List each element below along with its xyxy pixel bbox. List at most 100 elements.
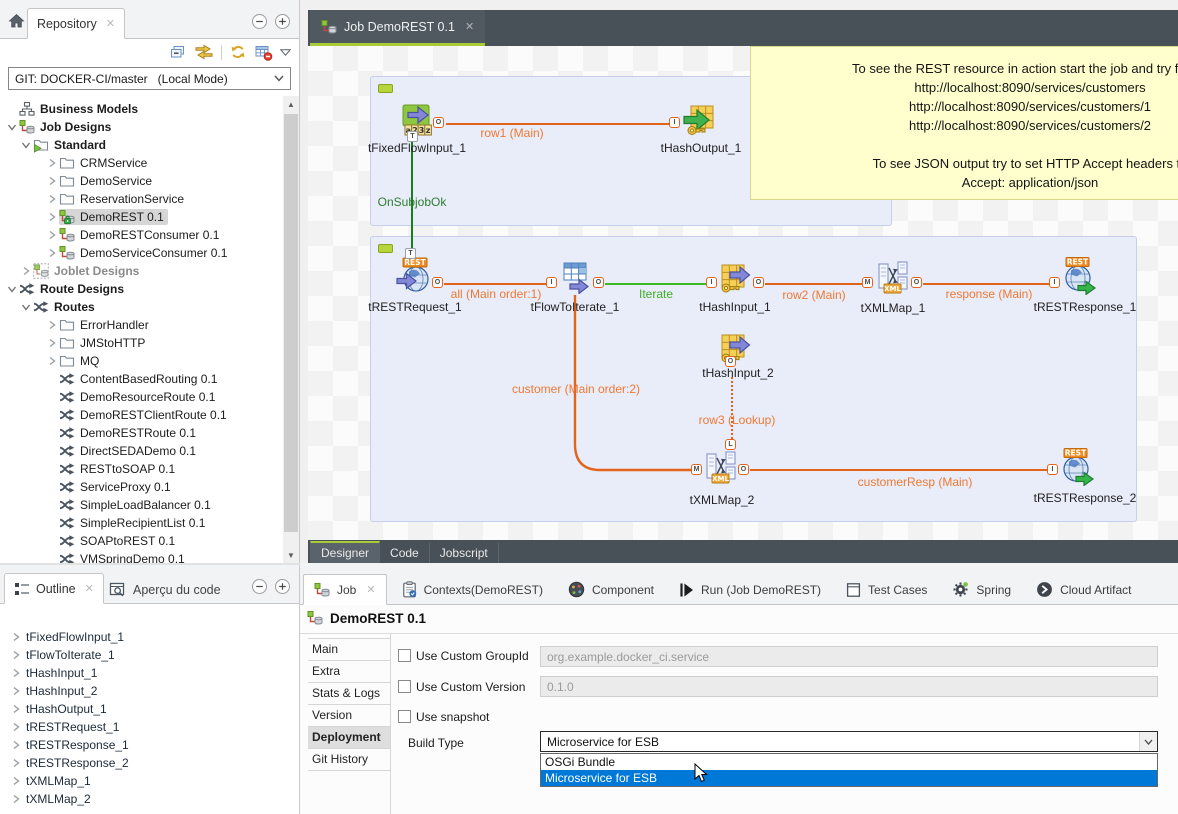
tree-chevron-icon[interactable] bbox=[18, 302, 33, 312]
tree-item[interactable]: DemoRESTClientRoute 0.1 bbox=[0, 406, 283, 424]
outline-item[interactable]: tHashInput_2 bbox=[0, 682, 299, 700]
minimize-button[interactable] bbox=[251, 578, 268, 595]
tree-chevron-icon[interactable] bbox=[44, 158, 59, 168]
menu-item-deployment[interactable]: Deployment bbox=[308, 727, 390, 749]
tree-item[interactable]: CRMService bbox=[0, 154, 283, 172]
subjob-collapse-button[interactable] bbox=[378, 84, 393, 93]
job-design-canvas[interactable]: To see the REST resource in action start… bbox=[308, 46, 1178, 540]
tab-repository[interactable]: Repository ✕ bbox=[27, 8, 125, 39]
tree-chevron-icon[interactable] bbox=[44, 194, 59, 204]
tree-chevron-icon[interactable] bbox=[44, 212, 59, 222]
tree-chevron-icon[interactable] bbox=[18, 140, 33, 150]
tree-chevron-icon[interactable] bbox=[44, 230, 59, 240]
tree-chevron-icon[interactable] bbox=[8, 650, 24, 660]
chevron-down-icon[interactable] bbox=[1139, 732, 1157, 751]
tree-item[interactable]: MQ bbox=[0, 352, 283, 370]
build-type-combobox[interactable]: Microservice for ESB bbox=[540, 731, 1158, 752]
panel-tab-spring[interactable]: Spring bbox=[942, 575, 1021, 604]
tree-chevron-icon[interactable] bbox=[8, 668, 24, 678]
outline-item[interactable]: tRESTResponse_2 bbox=[0, 754, 299, 772]
panel-tab-cloud[interactable]: Cloud Artifact bbox=[1026, 575, 1141, 604]
tree-chevron-icon[interactable] bbox=[8, 686, 24, 696]
tree-item[interactable]: Routes bbox=[0, 298, 283, 316]
link-with-editor-icon[interactable] bbox=[194, 44, 214, 60]
tree-chevron-icon[interactable] bbox=[8, 722, 24, 732]
component-tHashInput_1[interactable] bbox=[718, 260, 752, 297]
canvas-note[interactable]: To see the REST resource in action start… bbox=[750, 46, 1178, 200]
tree-chevron-icon[interactable] bbox=[8, 758, 24, 768]
component-tFlowToIterate_1[interactable] bbox=[558, 260, 592, 297]
minimize-button[interactable] bbox=[251, 13, 268, 30]
panel-tab-run[interactable]: Run (Job DemoREST) bbox=[669, 575, 831, 604]
component-tRESTRequest_1[interactable]: REST bbox=[396, 257, 432, 298]
collapse-all-icon[interactable] bbox=[169, 44, 187, 60]
use-custom-groupid-checkbox[interactable] bbox=[398, 649, 411, 662]
maximize-button[interactable] bbox=[274, 13, 291, 30]
tree-item[interactable]: Job Designs bbox=[0, 118, 283, 136]
outline-item[interactable]: tXMLMap_1 bbox=[0, 772, 299, 790]
filter-settings-icon[interactable] bbox=[254, 44, 273, 61]
use-custom-version-checkbox[interactable] bbox=[398, 680, 411, 693]
tree-item[interactable]: Business Models bbox=[0, 100, 283, 118]
component-tXMLMap_1[interactable]: XML bbox=[876, 260, 910, 297]
tree-chevron-icon[interactable] bbox=[8, 776, 24, 786]
tree-chevron-icon[interactable] bbox=[44, 356, 59, 366]
tree-chevron-icon[interactable] bbox=[44, 338, 59, 348]
view-menu-icon[interactable] bbox=[280, 49, 291, 56]
tree-item[interactable]: ServiceProxy 0.1 bbox=[0, 478, 283, 496]
outline-item[interactable]: tFlowToIterate_1 bbox=[0, 646, 299, 664]
tree-item[interactable]: RESTtoSOAP 0.1 bbox=[0, 460, 283, 478]
groupid-field[interactable]: org.example.docker_ci.service bbox=[540, 646, 1158, 667]
outline-item[interactable]: tHashOutput_1 bbox=[0, 700, 299, 718]
close-icon[interactable]: ✕ bbox=[366, 583, 375, 596]
version-field[interactable]: 0.1.0 bbox=[540, 676, 1158, 697]
outline-item[interactable]: tFixedFlowInput_1 bbox=[0, 628, 299, 646]
tree-item[interactable]: SimpleRecipientList 0.1 bbox=[0, 514, 283, 532]
outline-item[interactable]: tRESTRequest_1 bbox=[0, 718, 299, 736]
tree-item[interactable]: DemoResourceRoute 0.1 bbox=[0, 388, 283, 406]
editor-tab-job-demorest[interactable]: Job DemoREST 0.1 ✕ bbox=[310, 10, 485, 46]
tree-item[interactable]: ContentBasedRouting 0.1 bbox=[0, 370, 283, 388]
close-icon[interactable]: ✕ bbox=[465, 20, 474, 33]
component-tRESTResponse_1[interactable]: REST bbox=[1061, 257, 1097, 298]
tree-chevron-icon[interactable] bbox=[44, 176, 59, 186]
view-tab-jobscript[interactable]: Jobscript bbox=[430, 543, 499, 563]
tree-chevron-icon[interactable] bbox=[8, 740, 24, 750]
tree-chevron-icon[interactable] bbox=[44, 320, 59, 330]
view-tab-code[interactable]: Code bbox=[380, 543, 430, 563]
close-icon[interactable]: ✕ bbox=[106, 17, 115, 30]
component-tXMLMap_2[interactable]: XML bbox=[704, 450, 738, 487]
tree-chevron-icon[interactable] bbox=[4, 122, 19, 132]
branch-selector[interactable]: GIT: DOCKER-CI/master (Local Mode) bbox=[8, 67, 291, 90]
tree-chevron-icon[interactable] bbox=[8, 704, 24, 714]
tree-item[interactable]: JMStoHTTP bbox=[0, 334, 283, 352]
tree-chevron-icon[interactable] bbox=[8, 794, 24, 804]
tree-item[interactable]: DemoREST 0.1 bbox=[0, 208, 283, 226]
scrollbar-thumb[interactable] bbox=[284, 114, 298, 532]
tree-item[interactable]: SOAPtoREST 0.1 bbox=[0, 532, 283, 550]
tree-chevron-icon[interactable] bbox=[8, 632, 24, 642]
menu-item-extra[interactable]: Extra bbox=[308, 661, 390, 683]
menu-item-stats-logs[interactable]: Stats & Logs bbox=[308, 683, 390, 705]
menu-item-main[interactable]: Main bbox=[308, 639, 390, 661]
tree-item[interactable]: DemoServiceConsumer 0.1 bbox=[0, 244, 283, 262]
outline-item[interactable]: tHashInput_1 bbox=[0, 664, 299, 682]
tree-item[interactable]: Route Designs bbox=[0, 280, 283, 298]
tree-item[interactable]: SimpleLoadBalancer 0.1 bbox=[0, 496, 283, 514]
tree-item[interactable]: ErrorHandler bbox=[0, 316, 283, 334]
tree-chevron-icon[interactable] bbox=[4, 284, 19, 294]
dropdown-option[interactable]: Microservice for ESB bbox=[541, 770, 1157, 786]
tree-item[interactable]: Standard bbox=[0, 136, 283, 154]
maximize-button[interactable] bbox=[274, 578, 291, 595]
tree-item[interactable]: DemoService bbox=[0, 172, 283, 190]
home-icon[interactable] bbox=[8, 13, 25, 29]
tab-outline[interactable]: Outline ✕ bbox=[4, 573, 104, 604]
tree-item[interactable]: ReservationService bbox=[0, 190, 283, 208]
tree-item[interactable]: DemoRESTRoute 0.1 bbox=[0, 424, 283, 442]
scroll-down-icon[interactable]: ▼ bbox=[283, 547, 299, 563]
view-tab-designer[interactable]: Designer bbox=[310, 541, 380, 563]
use-snapshot-checkbox[interactable] bbox=[398, 710, 411, 723]
tree-item[interactable]: DemoRESTConsumer 0.1 bbox=[0, 226, 283, 244]
tree-chevron-icon[interactable] bbox=[18, 266, 33, 276]
panel-tab-component[interactable]: Component bbox=[558, 575, 664, 604]
